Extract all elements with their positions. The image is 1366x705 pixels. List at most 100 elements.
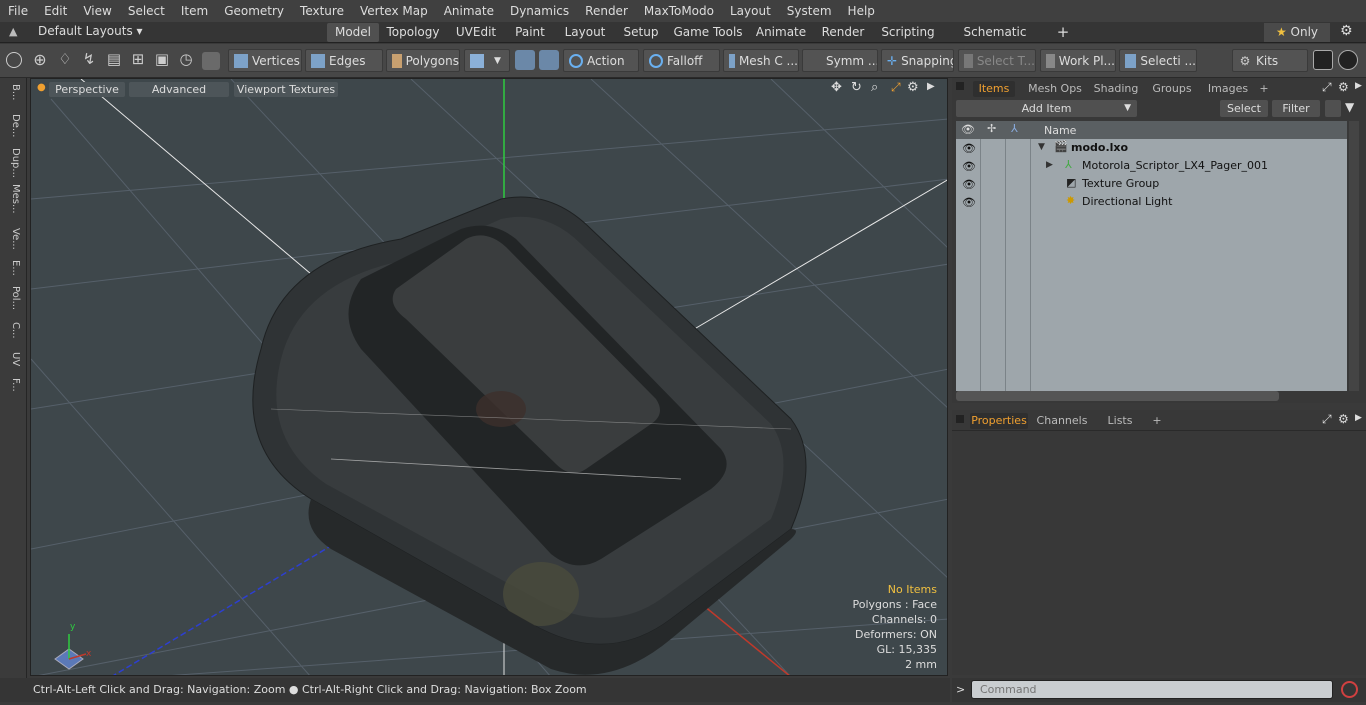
add-item-dropdown[interactable]: Add Item ▼ <box>956 100 1137 117</box>
tab-scripting[interactable]: Scripting <box>876 23 940 42</box>
menu-edit[interactable]: Edit <box>36 4 75 18</box>
menu-file[interactable]: File <box>0 4 36 18</box>
tab-properties[interactable]: Properties <box>970 413 1028 429</box>
menu-layout[interactable]: Layout <box>722 4 779 18</box>
tree-item-directional-light[interactable]: Directional Light <box>1082 195 1172 208</box>
vertical-scrollbar[interactable] <box>1349 121 1359 391</box>
symmetry-button[interactable]: Symm ... <box>802 49 878 72</box>
select-through-button[interactable]: Select T... <box>958 49 1036 72</box>
center-icon[interactable]: ⊞ <box>128 50 148 70</box>
panel-gear-icon[interactable]: ⚙ <box>1338 80 1349 94</box>
selection-sets-button[interactable]: Selecti ... <box>1119 49 1197 72</box>
advanced-button[interactable]: Advanced <box>129 82 229 97</box>
add-panel-tab-button[interactable]: + <box>1257 81 1271 97</box>
tree-expanded-icon[interactable]: ▼ <box>1038 142 1045 152</box>
record-icon[interactable] <box>1341 681 1358 698</box>
add-tab-button[interactable]: + <box>1054 23 1072 42</box>
tab-mesh-edit[interactable]: Mes... <box>4 184 21 214</box>
tree-item-texture-group[interactable]: Texture Group <box>1082 177 1159 190</box>
menu-geometry[interactable]: Geometry <box>216 4 292 18</box>
filter-button[interactable]: Filter <box>1272 100 1320 117</box>
viewport-gear-icon[interactable]: ⚙ <box>907 80 919 95</box>
tab-topology[interactable]: Topology <box>383 23 443 42</box>
add-panel-tab-button[interactable]: + <box>1150 413 1164 429</box>
clock-icon[interactable]: ◷ <box>176 50 196 70</box>
panel-gear-icon[interactable]: ⚙ <box>1338 412 1349 426</box>
tab-curve[interactable]: C... <box>4 322 21 339</box>
zoom-icon[interactable]: ⌕ <box>871 80 878 95</box>
collapse-all-icon[interactable] <box>1325 100 1341 117</box>
collapse-icon[interactable]: ▲ <box>9 25 17 38</box>
tab-deform[interactable]: De... <box>4 114 21 137</box>
perspective-button[interactable]: Perspective <box>49 82 125 97</box>
select-circle-icon[interactable] <box>6 52 22 68</box>
menu-animate[interactable]: Animate <box>436 4 502 18</box>
pen-icon[interactable]: ♢ <box>55 50 75 70</box>
symmetry-sphere-icon[interactable] <box>515 50 535 70</box>
tab-render[interactable]: Render <box>814 23 872 42</box>
edges-button[interactable]: Edges <box>305 49 383 72</box>
tab-vertex[interactable]: Ve... <box>4 228 21 250</box>
tab-images[interactable]: Images <box>1204 81 1252 97</box>
horizontal-scrollbar[interactable] <box>956 391 1279 401</box>
tab-layout[interactable]: Layout <box>556 23 614 42</box>
visibility-eye-icon[interactable]: 👁 <box>962 178 976 191</box>
action-center-button[interactable]: Action <box>563 49 639 72</box>
work-plane-button[interactable]: Work Pl... <box>1040 49 1116 72</box>
visibility-eye-icon[interactable]: 👁 <box>962 160 976 173</box>
select-button[interactable]: Select <box>1220 100 1268 117</box>
menu-dynamics[interactable]: Dynamics <box>502 4 577 18</box>
menu-view[interactable]: View <box>75 4 119 18</box>
viewport-menu-arrow-icon[interactable]: ▶ <box>927 81 935 92</box>
tab-fusion[interactable]: F... <box>4 378 21 392</box>
brush-icon[interactable]: ↯ <box>79 50 99 70</box>
panel-arrow-icon[interactable]: ▶ <box>1355 81 1362 91</box>
unity-icon[interactable] <box>1313 50 1333 70</box>
menu-item[interactable]: Item <box>173 4 216 18</box>
menu-help[interactable]: Help <box>840 4 883 18</box>
menu-select[interactable]: Select <box>120 4 173 18</box>
polygons-button[interactable]: Polygons <box>386 49 460 72</box>
tab-uv[interactable]: UV <box>4 352 21 366</box>
panel-handle-icon[interactable] <box>956 415 964 423</box>
tab-animate[interactable]: Animate <box>752 23 810 42</box>
snapping-button[interactable]: ✛ Snapping <box>881 49 954 72</box>
menu-render[interactable]: Render <box>577 4 636 18</box>
tab-model[interactable]: Model <box>327 23 379 42</box>
vertices-button[interactable]: Vertices <box>228 49 302 72</box>
menu-vertex-map[interactable]: Vertex Map <box>352 4 436 18</box>
globe-icon[interactable]: ⊕ <box>30 50 50 70</box>
tab-shading[interactable]: Shading <box>1090 81 1142 97</box>
expand-icon[interactable]: ⤢ <box>1322 412 1332 427</box>
tab-basic[interactable]: B... <box>4 84 21 100</box>
menu-maxtomodo[interactable]: MaxToModo <box>636 4 722 18</box>
3d-viewport[interactable]: y x ● Perspective Advanced Viewport Text… <box>30 78 948 676</box>
viewport-textures-button[interactable]: Viewport Textures <box>234 82 338 97</box>
tree-item-mesh[interactable]: Motorola_Scriptor_LX4_Pager_001 <box>1082 159 1268 172</box>
frame-icon[interactable]: ▣ <box>152 50 172 70</box>
maximize-icon[interactable]: ⤢ <box>891 80 901 95</box>
tab-schematic-fusion[interactable]: Schematic Fusion <box>944 23 1046 58</box>
funnel-icon[interactable]: ▼ <box>1345 100 1354 114</box>
tab-uvedit[interactable]: UVEdit <box>447 23 505 42</box>
shield-icon[interactable] <box>539 50 559 70</box>
unreal-icon[interactable] <box>1338 50 1358 70</box>
command-input[interactable] <box>971 680 1333 699</box>
tab-channels[interactable]: Channels <box>1034 413 1090 429</box>
gear-icon[interactable]: ⚙ <box>1340 23 1353 39</box>
tab-mesh-ops[interactable]: Mesh Ops <box>1025 81 1085 97</box>
tab-paint[interactable]: Paint <box>508 23 552 42</box>
tab-polygon[interactable]: Pol... <box>4 286 21 310</box>
visibility-eye-icon[interactable]: 👁 <box>962 142 976 155</box>
menu-system[interactable]: System <box>779 4 840 18</box>
tab-lists[interactable]: Lists <box>1100 413 1140 429</box>
expand-icon[interactable]: ⤢ <box>1322 80 1332 95</box>
falloff-button[interactable]: Falloff <box>643 49 720 72</box>
tab-setup[interactable]: Setup <box>618 23 664 42</box>
item-mode-icon[interactable] <box>202 52 220 70</box>
layout-selector[interactable]: Default Layouts ▾ <box>38 24 143 38</box>
tab-edge[interactable]: E... <box>4 260 21 276</box>
visibility-eye-icon[interactable]: 👁 <box>962 196 976 209</box>
material-mode-button[interactable]: ▼ <box>464 49 510 72</box>
tab-game-tools[interactable]: Game Tools <box>668 23 748 42</box>
